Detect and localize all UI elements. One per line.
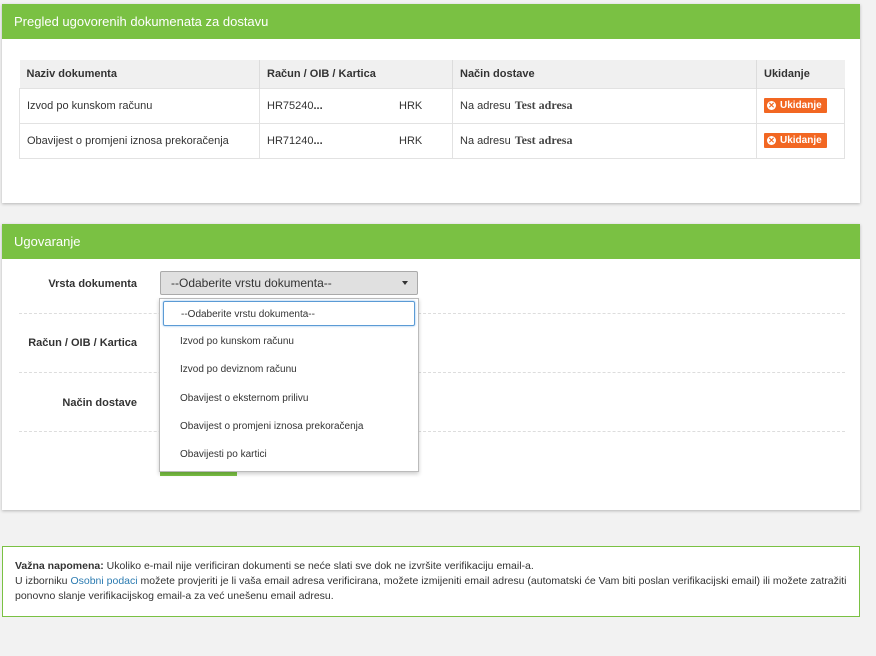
divider [19,313,845,314]
account-number: HR71240 [267,134,314,147]
overview-title: Pregled ugovorenih dokumenata za dostavu [2,4,860,39]
currency: HRK [399,134,423,147]
caret-down-icon [402,281,408,285]
doc-cancel-cell: ✕ Ukidanje [756,122,845,159]
doc-delivery: Na adresu Test adresa [452,87,757,123]
notice-line-2: U izborniku Osobni podaci možete provjer… [15,574,847,604]
contract-title: Ugovaranje [2,224,860,259]
delivery-name: Test adresa [514,98,573,112]
account-mask: ... [313,99,323,112]
notice-text-1: Ukoliko e-mail nije verificiran dokument… [103,560,534,572]
notice-bold: Važna napomena: [15,560,104,572]
documents-table: Naziv dokumenta Račun / OIB / Kartica Na… [19,60,845,159]
delivery-name: Test adresa [514,133,573,147]
column-header-delivery: Način dostave [452,60,757,88]
dropdown-option[interactable]: Izvod po deviznom računu [163,357,415,382]
contract-panel: Ugovaranje Vrsta dokumenta Račun / OIB /… [2,224,860,510]
doc-type-label: Vrsta dokumenta [48,278,137,290]
cancel-button[interactable]: ✕ Ukidanje [764,133,827,148]
notice-line-1: Važna napomena: Ukoliko e-mail nije veri… [15,559,847,574]
dropdown-option[interactable]: Obavijest o promjeni iznosa prekoračenja [163,414,415,439]
delivery-prefix: Na adresu [460,135,511,147]
doc-cancel-cell: ✕ Ukidanje [756,87,845,123]
doc-delivery: Na adresu Test adresa [452,122,757,159]
cancel-label: Ukidanje [780,135,822,146]
personal-data-link[interactable]: Osobni podaci [70,575,137,587]
delivery-label: Način dostave [62,397,137,409]
table-row: Obavijest o promjeni iznosa prekoračenja… [19,122,845,159]
delivery-prefix: Na adresu [460,100,511,112]
currency: HRK [399,99,423,112]
x-circle-icon: ✕ [767,136,776,145]
cancel-label: Ukidanje [780,100,822,111]
dropdown-option[interactable]: Obavijest o eksternom prilivu [163,386,415,411]
doc-type-dropdown: --Odaberite vrstu dokumenta-- Izvod po k… [159,298,419,472]
doc-type-select[interactable]: --Odaberite vrstu dokumenta-- [160,271,418,295]
doc-name: Izvod po kunskom računu [19,87,260,123]
dropdown-option[interactable]: Izvod po kunskom računu [163,329,415,354]
x-circle-icon: ✕ [767,101,776,110]
column-header-cancel: Ukidanje [756,60,845,88]
column-header-name: Naziv dokumenta [19,60,260,88]
doc-account: HR71240... HRK [259,122,453,159]
notice-text-2-pre: U izborniku [15,575,71,587]
important-notice: Važna napomena: Ukoliko e-mail nije veri… [2,546,860,617]
dropdown-option[interactable]: Obavijesti po kartici [163,442,415,467]
doc-name: Obavijest o promjeni iznosa prekoračenja [19,122,260,159]
select-value: --Odaberite vrstu dokumenta-- [171,276,332,290]
column-header-account: Račun / OIB / Kartica [259,60,453,88]
table-header-row: Naziv dokumenta Račun / OIB / Kartica Na… [19,60,845,88]
account-mask: ... [313,134,323,147]
dropdown-option[interactable]: --Odaberite vrstu dokumenta-- [163,301,415,326]
cancel-button[interactable]: ✕ Ukidanje [764,98,827,113]
table-row: Izvod po kunskom računu HR75240... HRK Na… [19,87,845,123]
overview-panel: Pregled ugovorenih dokumenata za dostavu… [2,4,860,203]
doc-account: HR75240... HRK [259,87,453,123]
account-number: HR75240 [267,99,314,112]
divider [19,372,845,373]
divider [19,431,845,432]
notice-text-2-post: možete provjeriti je li vaša email adres… [15,575,847,602]
submit-button[interactable] [160,472,237,476]
account-label: Račun / OIB / Kartica [28,337,137,349]
